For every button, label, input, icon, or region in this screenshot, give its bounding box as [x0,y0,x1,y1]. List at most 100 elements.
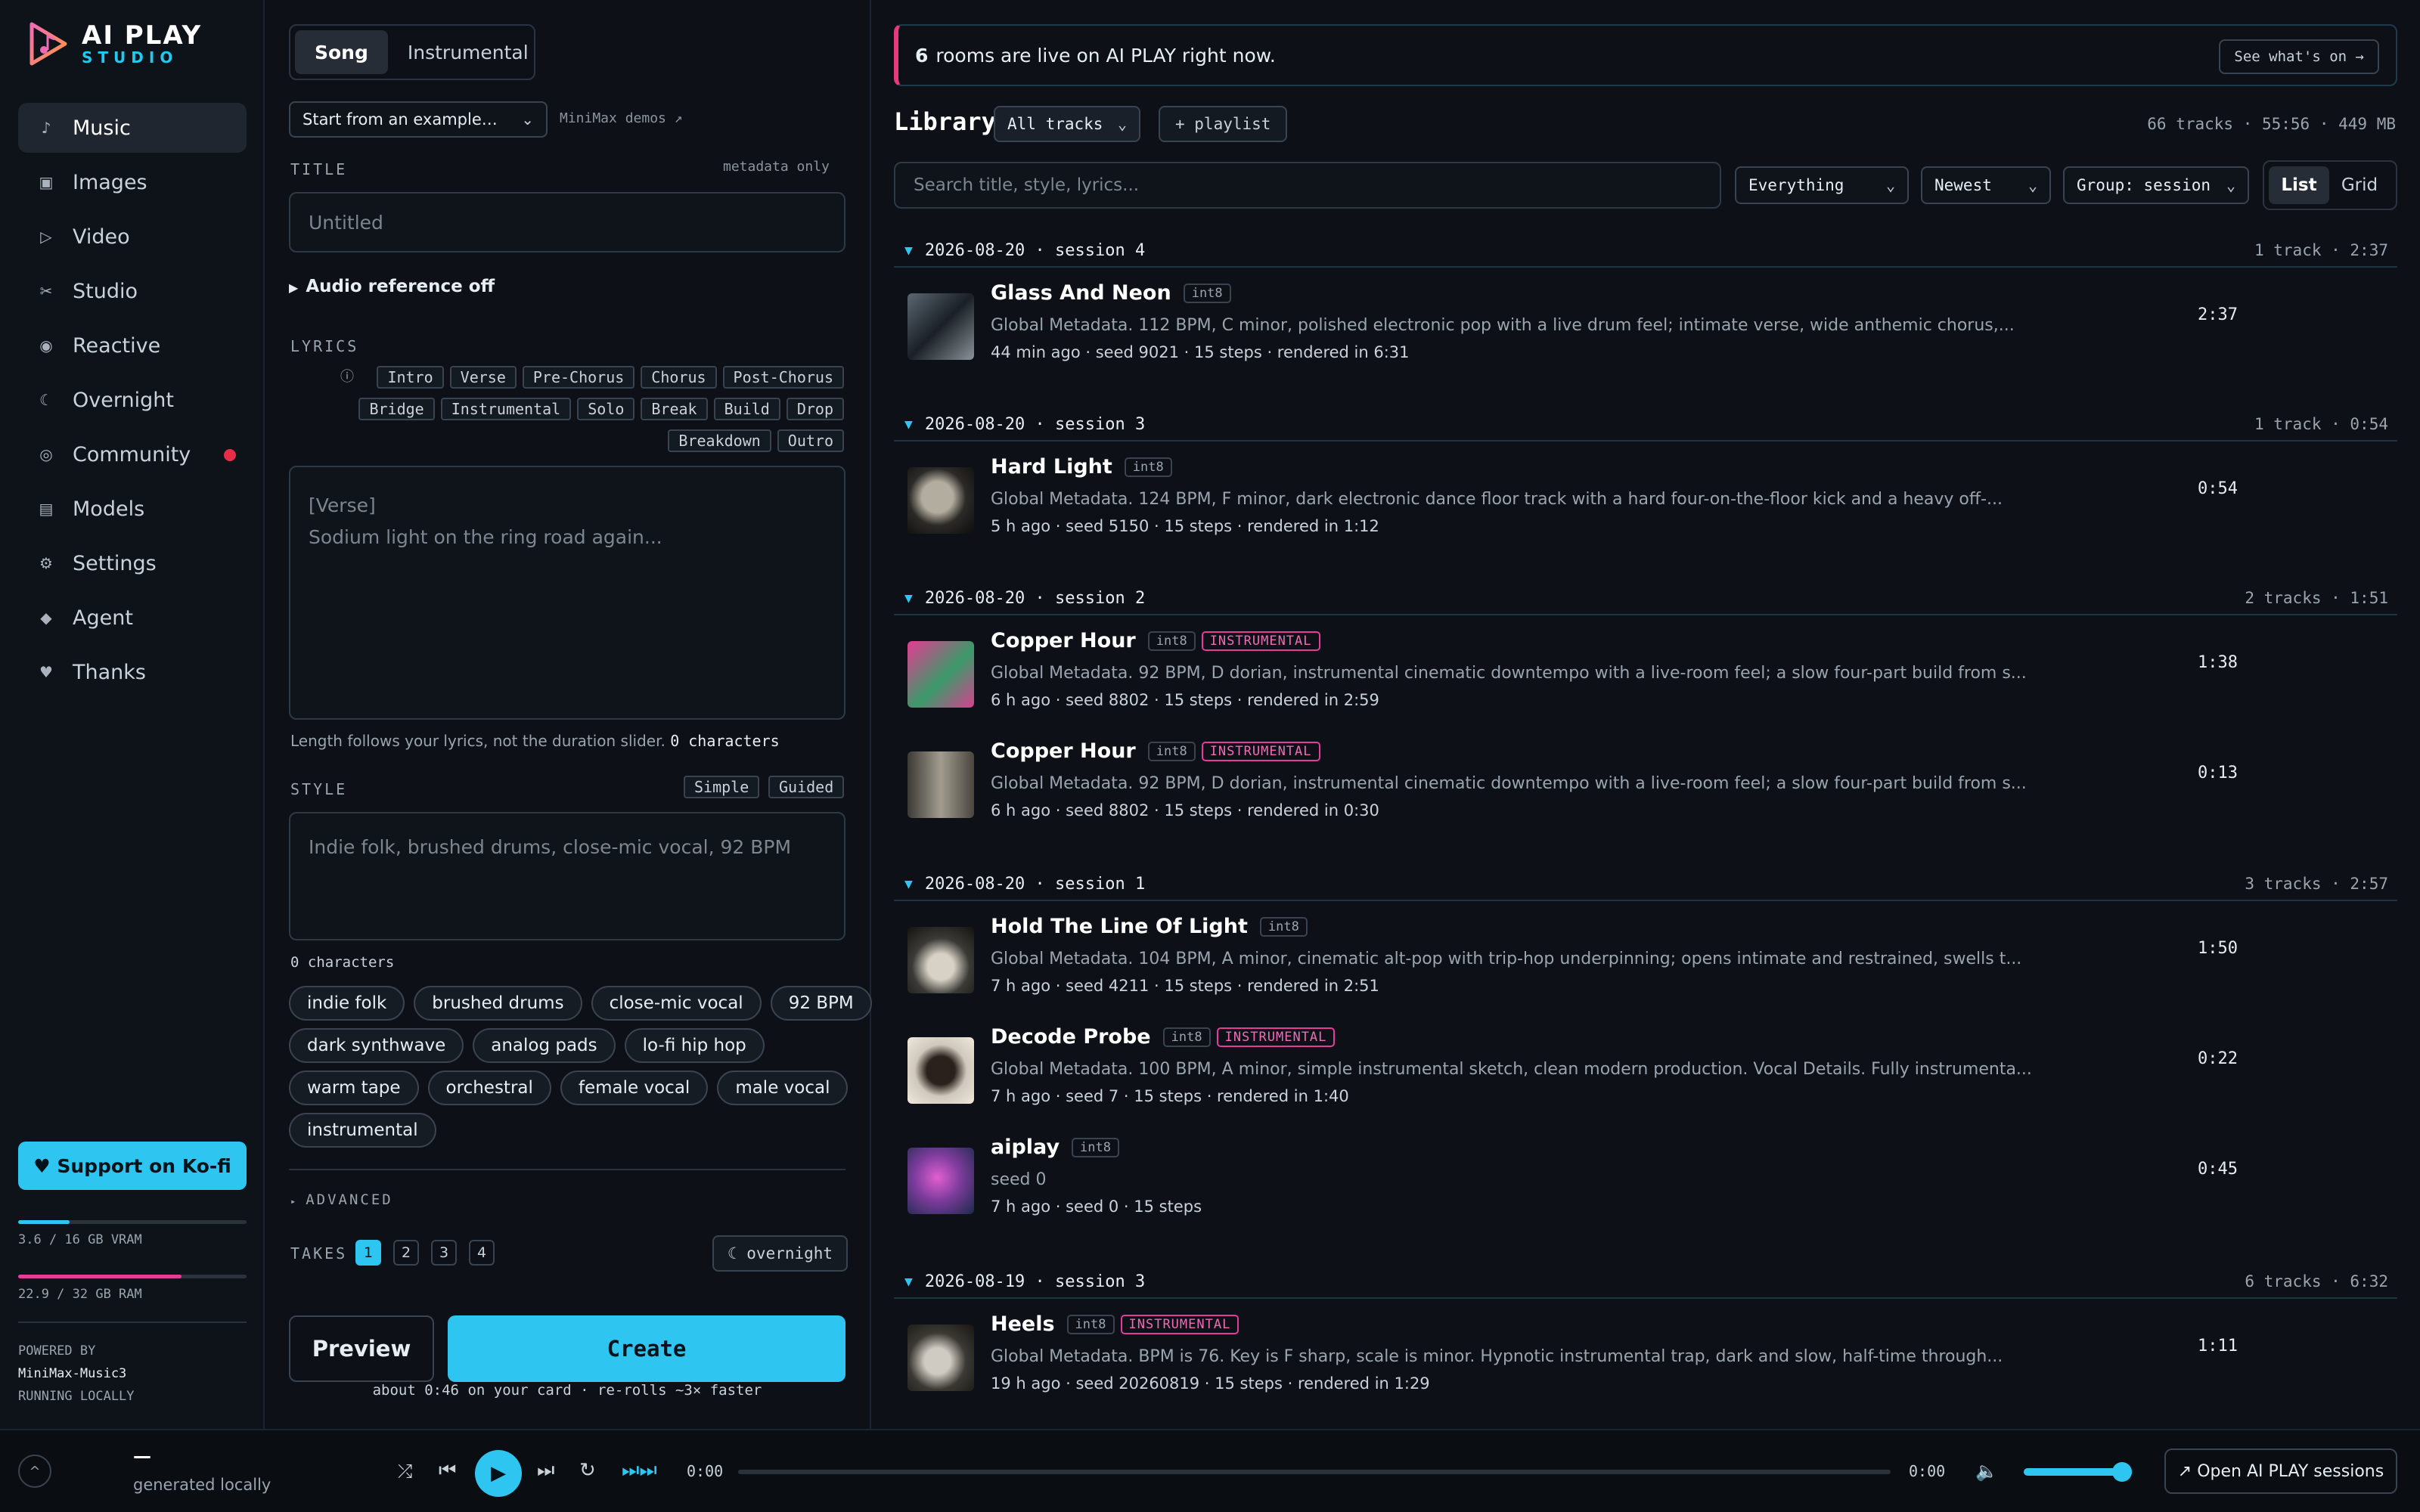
sidebar-item-images[interactable]: ▣ Images [18,157,247,207]
lyric-tag-button[interactable]: Drop [786,398,844,420]
track-filter-select[interactable]: All tracks ⌄ [994,106,1140,142]
sidebar-item-overnight[interactable]: ☾ Overnight [18,375,247,425]
style-chip[interactable]: analog pads [473,1028,616,1063]
take-button[interactable]: 3 [431,1240,457,1266]
take-button[interactable]: 4 [469,1240,495,1266]
expand-player-button[interactable]: ^ [18,1455,51,1488]
autoplay-icon[interactable]: ⏭⏭ [622,1459,657,1483]
kofi-support-button[interactable]: ♥ Support on Ko-fi [18,1142,247,1190]
see-whats-on-button[interactable]: See what's on → [2219,39,2379,74]
track-row[interactable]: Copper Hour int8 INSTRUMENTAL Global Metada… [894,729,2397,835]
add-playlist-button[interactable]: + playlist [1159,106,1288,142]
track-row[interactable]: Hard Light int8 Global Metadata. 124 BPM, … [894,445,2397,550]
style-chip[interactable]: warm tape [289,1070,419,1105]
scope-select[interactable]: Everything ⌄ [1735,166,1909,204]
minimax-demos-link[interactable]: MiniMax demos ↗ [560,110,683,126]
lyric-tag-button[interactable]: Pre-Chorus [522,366,635,389]
style-chip[interactable]: close-mic vocal [591,986,762,1021]
style-chip[interactable]: instrumental [289,1113,436,1148]
sidebar-item-settings[interactable]: ⚙ Settings [18,538,247,588]
style-mode-guided[interactable]: Guided [768,776,845,798]
track-title[interactable]: Copper Hour [991,739,1136,763]
brand-logo[interactable]: AI PLAY STUDIO [27,21,202,67]
lyrics-textarea[interactable]: [Verse] Sodium light on the ring road ag… [289,466,845,720]
lyric-tag-button[interactable]: Intro [377,366,444,389]
sidebar-item-studio[interactable]: ✂ Studio [18,266,247,316]
session-group-header[interactable]: ▼ 2026-08-20 · session 2 2 tracks · 1:51 [894,582,2397,615]
session-group-header[interactable]: ▼ 2026-08-19 · session 3 6 tracks · 6:32 [894,1266,2397,1299]
take-button[interactable]: 2 [393,1240,419,1266]
group-select[interactable]: Group: session ⌄ [2063,166,2249,204]
lyric-tag-button[interactable]: Post-Chorus [722,366,844,389]
track-title[interactable]: aiplay [991,1136,1060,1159]
advanced-toggle[interactable]: ▸ ADVANCED [290,1191,393,1208]
track-meta: 6 h ago · seed 8802 · 15 steps · rendere… [991,801,1379,820]
track-title[interactable]: Glass And Neon [991,281,1171,305]
play-button[interactable]: ▶ [475,1450,522,1497]
track-row[interactable]: aiplay int8 seed 0 7 h ago · seed 0 · 15 st… [894,1125,2397,1231]
style-chip[interactable]: dark synthwave [289,1028,464,1063]
next-icon[interactable]: ⏭ [537,1459,554,1483]
overnight-button[interactable]: ☾ overnight [712,1235,849,1272]
tab-song[interactable]: Song [295,30,388,74]
sidebar-item-reactive[interactable]: ◉ Reactive [18,321,247,370]
track-row[interactable]: Decode Probe int8 INSTRUMENTAL Global Metad… [894,1015,2397,1120]
volume-icon[interactable]: 🔈 [1975,1461,1998,1482]
sidebar-item-music[interactable]: ♪ Music [18,103,247,153]
style-textarea[interactable]: Indie folk, brushed drums, close-mic voc… [289,812,845,940]
session-group-header[interactable]: ▼ 2026-08-20 · session 4 1 track · 2:37 [894,234,2397,268]
track-row[interactable]: Copper Hour int8 INSTRUMENTAL Global Metada… [894,618,2397,724]
lyric-tag-button[interactable]: Build [713,398,780,420]
info-icon[interactable]: ⓘ [340,366,354,386]
track-title[interactable]: Hard Light [991,455,1112,479]
seek-bar[interactable] [738,1470,1891,1474]
sidebar-item-agent[interactable]: ◆ Agent [18,593,247,643]
view-list-tab[interactable]: List [2269,166,2329,204]
session-group-header[interactable]: ▼ 2026-08-20 · session 1 3 tracks · 2:57 [894,868,2397,901]
sort-select[interactable]: Newest ⌄ [1921,166,2051,204]
lyric-tag-button[interactable]: Instrumental [440,398,572,420]
track-title[interactable]: Heels [991,1312,1055,1336]
library-search-input[interactable]: Search title, style, lyrics... [894,162,1721,209]
style-mode-simple[interactable]: Simple [684,776,760,798]
lyric-tag-button[interactable]: Breakdown [668,429,771,452]
sidebar-item-models[interactable]: ▤ Models [18,484,247,534]
previous-icon[interactable]: ⏮ [439,1459,456,1483]
track-row[interactable]: Glass And Neon int8 Global Metadata. 112 B… [894,271,2397,376]
style-chip[interactable]: female vocal [560,1070,709,1105]
track-meta: 6 h ago · seed 8802 · 15 steps · rendere… [991,691,1379,709]
track-title[interactable]: Copper Hour [991,629,1136,652]
lyric-tag-button[interactable]: Solo [577,398,635,420]
view-grid-tab[interactable]: Grid [2329,166,2390,204]
lyric-tag-button[interactable]: Chorus [641,366,717,389]
shuffle-icon[interactable]: ⤮ [398,1461,412,1482]
lyric-tag-button[interactable]: Verse [449,366,517,389]
volume-knob[interactable] [2111,1462,2132,1482]
sidebar-item-community[interactable]: ◎ Community [18,429,247,479]
lyric-tag-button[interactable]: Break [641,398,708,420]
audio-reference-toggle[interactable]: ▶ Audio reference off [289,277,495,296]
tab-instrumental[interactable]: Instrumental [388,30,548,74]
create-button[interactable]: Create [448,1315,845,1382]
example-select[interactable]: Start from an example… ⌄ [289,101,548,138]
title-input[interactable]: Untitled [289,192,845,253]
lyric-tag-button[interactable]: Bridge [358,398,435,420]
track-row[interactable]: Heels int8 INSTRUMENTAL Global Metadata. BP… [894,1302,2397,1408]
style-chip[interactable]: male vocal [717,1070,849,1105]
session-group-header[interactable]: ▼ 2026-08-20 · session 3 1 track · 0:54 [894,408,2397,442]
style-chip[interactable]: lo-fi hip hop [624,1028,765,1063]
lyric-tag-button[interactable]: Outro [777,429,844,452]
track-title[interactable]: Hold The Line Of Light [991,915,1248,938]
style-chip[interactable]: orchestral [427,1070,551,1105]
preview-button[interactable]: Preview [289,1315,434,1382]
open-sessions-button[interactable]: ↗ Open AI PLAY sessions [2164,1448,2397,1494]
track-title[interactable]: Decode Probe [991,1025,1151,1049]
track-row[interactable]: Hold The Line Of Light int8 Global Metadat… [894,904,2397,1010]
sidebar-item-thanks[interactable]: ♥ Thanks [18,647,247,697]
style-chip[interactable]: indie folk [289,986,405,1021]
style-chip[interactable]: 92 BPM [770,986,872,1021]
repeat-icon[interactable]: ↻ [579,1459,596,1482]
take-button[interactable]: 1 [355,1240,381,1266]
style-chip[interactable]: brushed drums [414,986,582,1021]
sidebar-item-video[interactable]: ▷ Video [18,212,247,262]
